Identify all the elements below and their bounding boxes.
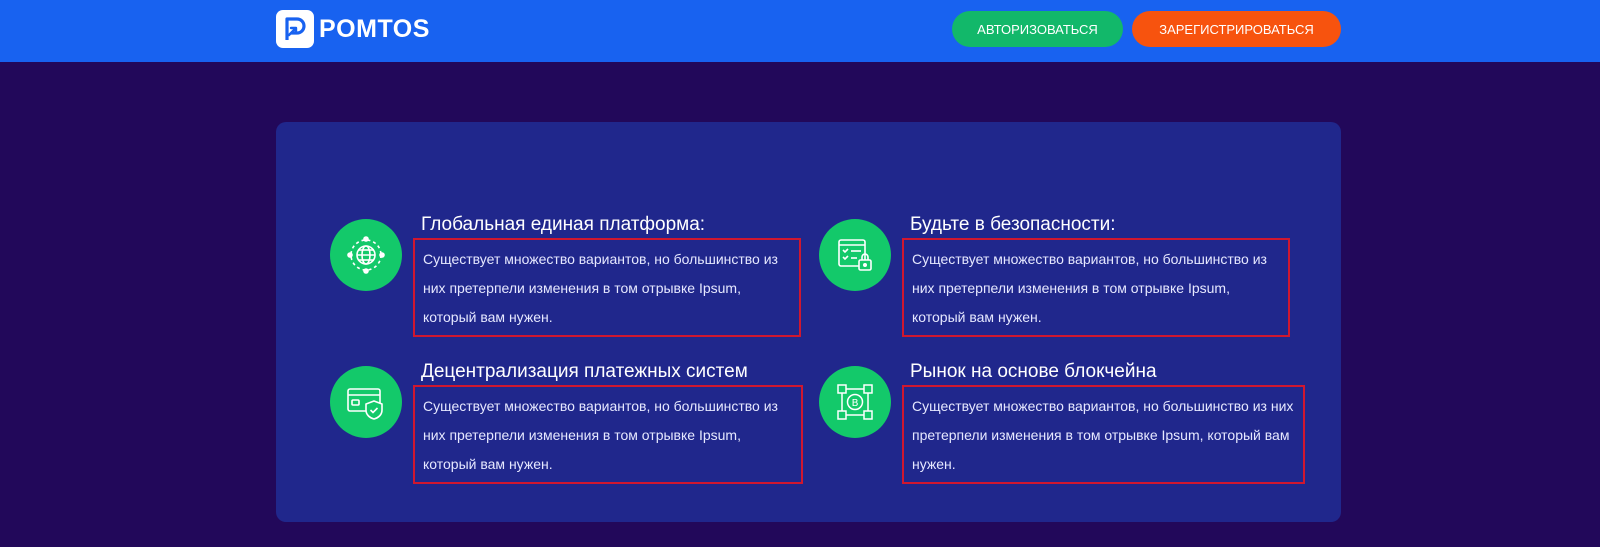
features-panel: Глобальная единая платформа: Существует … [276, 122, 1341, 522]
register-button[interactable]: ЗАРЕГИСТРИРОВАТЬСЯ [1132, 11, 1341, 47]
login-button[interactable]: АВТОРИЗОВАТЬСЯ [952, 11, 1123, 47]
feature-description: Существует множество вариантов, но больш… [902, 385, 1305, 484]
card-shield-icon [330, 366, 402, 438]
feature-description: Существует множество вариантов, но больш… [902, 238, 1290, 337]
secure-checklist-lock-icon [819, 219, 891, 291]
blockchain-bitcoin-icon: B [819, 366, 891, 438]
feature-title: Децентрализация платежных систем [421, 361, 748, 382]
feature-description: Существует множество вариантов, но больш… [413, 385, 803, 484]
feature-description: Существует множество вариантов, но больш… [413, 238, 801, 337]
feature-title: Будьте в безопасности: [910, 214, 1116, 235]
svg-text:B: B [852, 398, 859, 409]
logo-text: POMTOS [319, 14, 430, 43]
feature-title: Глобальная единая платформа: [421, 214, 706, 235]
globe-network-icon [330, 219, 402, 291]
site-header: POMTOS АВТОРИЗОВАТЬСЯ ЗАРЕГИСТРИРОВАТЬСЯ [0, 0, 1600, 62]
logo-mark-icon [276, 10, 314, 48]
feature-title: Рынок на основе блокчейна [910, 361, 1157, 382]
logo[interactable]: POMTOS [276, 10, 430, 48]
